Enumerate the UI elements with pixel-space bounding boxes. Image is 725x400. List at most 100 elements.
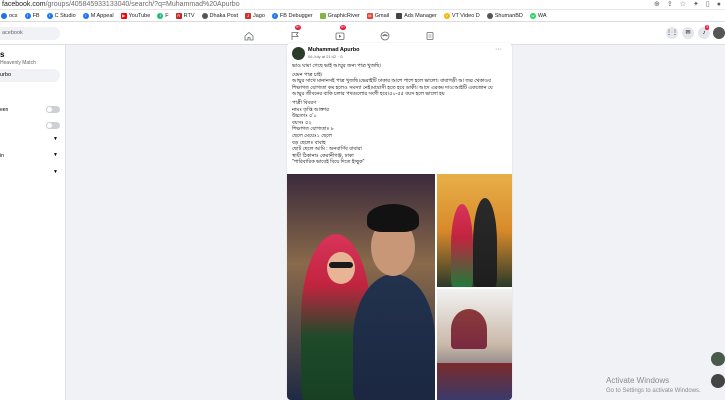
doc-icon bbox=[1, 12, 7, 19]
bookmark-item[interactable]: f FB bbox=[24, 12, 40, 19]
post-line: আম্মুর সাথে মানানসই পাত্র খুজছি।ভেরাইটি … bbox=[292, 78, 491, 85]
notification-badge: 3 bbox=[705, 25, 709, 30]
bookmarks-bar: ocs f FB fC Studio fM Appeal ▶ YouTube fF … bbox=[0, 10, 725, 22]
facebook-icon: f bbox=[24, 12, 31, 19]
post-line: আম্মুর জীবনের বাকি চলার পথগুলোর সংগী হবে… bbox=[292, 91, 445, 98]
home-icon[interactable] bbox=[244, 28, 254, 41]
notification-badge: 9+ bbox=[295, 25, 301, 30]
post-author-name[interactable]: Muhammad Apurbo bbox=[308, 47, 359, 53]
facebook-search-input[interactable]: acebook bbox=[0, 27, 60, 40]
menu-grid-icon[interactable]: ⋮⋮ bbox=[666, 27, 678, 39]
photo-woman-figure bbox=[451, 309, 487, 349]
post-line: "পারিবারিক ভাবেই বিয়ে দিতে ইচ্ছুক" bbox=[292, 159, 365, 166]
bookmark-item[interactable]: f FB Debugger bbox=[271, 12, 313, 19]
ads-icon bbox=[396, 12, 403, 19]
sidebar-title: s bbox=[0, 50, 5, 59]
filter-toggle[interactable] bbox=[46, 122, 60, 129]
post-photo-bottom-right[interactable] bbox=[437, 289, 512, 400]
post-timestamp[interactable]: 06 July at 21:42 · ⊙ bbox=[308, 54, 343, 59]
messenger-icon[interactable]: ✉ bbox=[682, 27, 694, 39]
bookmark-item[interactable]: J Jago bbox=[244, 12, 265, 19]
bookmark-star-icon[interactable]: ☆ bbox=[680, 1, 686, 9]
post-line: নামঃ তৃপ্তি আক্তার bbox=[292, 106, 329, 113]
watch-icon[interactable]: 9+ bbox=[335, 25, 346, 40]
bookmark-item[interactable]: ocs bbox=[1, 12, 18, 19]
post-line: পাত্রী বিবরণ bbox=[292, 99, 317, 106]
flag-icon[interactable]: 9+ bbox=[290, 25, 301, 40]
gaming-icon[interactable] bbox=[425, 28, 435, 40]
sidebar-group-name[interactable]: Heavenly Match bbox=[0, 60, 36, 66]
notifications-bell-icon[interactable]: ♪ 3 bbox=[698, 25, 710, 39]
author-avatar[interactable] bbox=[292, 47, 305, 60]
sidepanel-icon[interactable]: ▯ bbox=[706, 1, 710, 9]
post-line: উচ্চতাঃ ৫'০ bbox=[292, 113, 317, 120]
url-host: facebook.com bbox=[2, 1, 46, 8]
bookmark-item[interactable]: V VT Video D bbox=[443, 12, 480, 19]
globe-icon bbox=[201, 12, 208, 19]
post-line: ছোট ছেলে আমি : অনবার্ণিব বাবারা bbox=[292, 146, 362, 153]
post-photo-main[interactable] bbox=[287, 174, 435, 400]
facebook-icon: f bbox=[46, 12, 53, 19]
bookmark-item[interactable]: fF bbox=[157, 12, 169, 19]
youtube-icon: ▶ bbox=[120, 12, 127, 19]
bookmark-item[interactable]: fC Studio bbox=[46, 12, 76, 19]
bookmark-item[interactable]: GraphicRiver bbox=[319, 12, 360, 19]
post-line: বয়সঃ ৫২ bbox=[292, 119, 312, 126]
extensions-icon[interactable]: ✦ bbox=[693, 1, 699, 9]
group-search-input[interactable]: urbo bbox=[0, 69, 60, 82]
profile-icon[interactable]: ● bbox=[717, 1, 721, 9]
post-line: ভাও ঘামা গেছে ভাই আম্মুর জন্য পাত্র খুজছ… bbox=[292, 63, 382, 69]
photo-table bbox=[437, 363, 512, 400]
chevron-down-icon[interactable]: ▼ bbox=[53, 152, 58, 158]
bookmark-item[interactable]: M Gmail bbox=[366, 12, 389, 19]
more-options-icon[interactable]: ··· bbox=[495, 46, 502, 53]
photo-man-hair bbox=[367, 204, 419, 232]
photo-man-figure bbox=[473, 198, 497, 287]
vt-icon: V bbox=[443, 12, 450, 19]
post-body: ভাও ঘামা গেছে ভাই আম্মুর জন্য পাত্র খুজছ… bbox=[292, 63, 508, 166]
url-text[interactable]: facebook.com/groups/405845933133040/sear… bbox=[2, 0, 240, 10]
facebook-icon: f bbox=[82, 12, 89, 19]
post-line: স্থায়ী ঠিকানাঃ কেরানীগঞ্জ, ঢাকা bbox=[292, 152, 354, 159]
group-search-sidebar: s Heavenly Match urbo een ▼ in ▼ ▼ bbox=[0, 45, 66, 400]
account-avatar[interactable] bbox=[713, 27, 725, 39]
bookmark-item[interactable]: Dhaka Post bbox=[201, 12, 238, 19]
share-icon[interactable]: ⇪ bbox=[667, 1, 673, 9]
globe-icon bbox=[486, 12, 493, 19]
browser-toolbar-icons: ⊕ ⇪ ☆ ✦ ▯ ● bbox=[654, 1, 721, 9]
facebook-top-nav: acebook 9+ 9+ ⋮⋮ ✉ ♪ 3 bbox=[0, 22, 725, 45]
bookmark-item[interactable]: ShumanBD bbox=[486, 12, 523, 19]
chevron-down-icon[interactable]: ▼ bbox=[53, 169, 58, 175]
whatsapp-icon: w bbox=[529, 12, 536, 19]
post-photo-top-right[interactable] bbox=[437, 174, 512, 287]
graphicriver-icon bbox=[319, 12, 326, 19]
groups-icon[interactable] bbox=[380, 28, 390, 41]
sidebar-filter-label: in bbox=[0, 153, 4, 159]
bookmark-item[interactable]: R RTV bbox=[175, 12, 195, 19]
search-result-post: Muhammad Apurbo 06 July at 21:42 · ⊙ ···… bbox=[287, 43, 512, 400]
zoom-icon[interactable]: ⊕ bbox=[654, 1, 660, 9]
post-line: ছেলে মেয়েঃ১ ছেলে bbox=[292, 132, 333, 139]
fiverr-icon: f bbox=[157, 12, 164, 19]
photo-man-figure bbox=[353, 274, 435, 400]
notification-badge: 9+ bbox=[340, 25, 346, 30]
bookmark-item[interactable]: fM Appeal bbox=[82, 12, 114, 19]
bookmark-item[interactable]: w WA bbox=[529, 12, 547, 19]
chevron-down-icon[interactable]: ▼ bbox=[53, 136, 58, 142]
photo-woman-figure bbox=[451, 204, 473, 287]
browser-address-bar[interactable]: facebook.com/groups/405845933133040/sear… bbox=[0, 0, 725, 10]
photo-woman-face bbox=[327, 252, 355, 284]
gmail-icon: M bbox=[366, 12, 373, 19]
post-line: শিক্ষাগত যোগ্যতাঃ ৮ bbox=[292, 126, 334, 133]
contact-avatar[interactable] bbox=[711, 352, 725, 366]
filter-toggle[interactable] bbox=[46, 106, 60, 113]
bookmark-item[interactable]: ▶ YouTube bbox=[120, 12, 150, 19]
watermark-subtitle: Go to Settings to activate Windows. bbox=[606, 388, 701, 394]
watermark-title: Activate Windows bbox=[606, 376, 670, 385]
photo-sunglasses bbox=[329, 262, 353, 268]
bookmark-item[interactable]: Ads Manager bbox=[396, 12, 437, 19]
jago-icon: J bbox=[244, 12, 251, 19]
windows-activation-watermark: Activate Windows Go to Settings to activ… bbox=[606, 376, 701, 396]
rtv-icon: R bbox=[175, 12, 182, 19]
contact-avatar[interactable] bbox=[711, 374, 725, 388]
